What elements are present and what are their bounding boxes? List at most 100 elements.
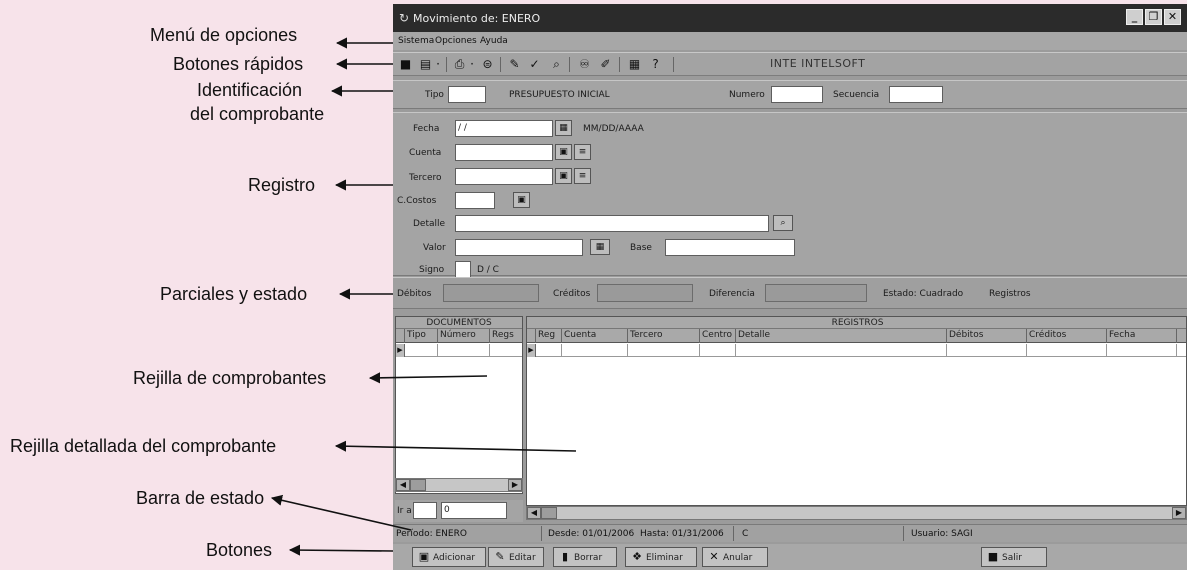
column-header-cuenta[interactable]: Cuenta [562, 329, 628, 343]
row-pointer-icon: ▶ [527, 344, 536, 357]
tipo-field[interactable] [448, 86, 486, 103]
callout-ident-line2: del comprobante [190, 104, 325, 124]
pencil-icon[interactable]: ✐ [597, 56, 614, 73]
menu-bar: Sistema Opciones Ayuda [393, 32, 1187, 50]
column-header-debitos[interactable]: Débitos [947, 329, 1027, 343]
new-doc-icon[interactable]: ▤ [417, 56, 434, 73]
detalle-field[interactable] [455, 215, 769, 232]
ccostos-field[interactable] [455, 192, 495, 209]
editar-label: Editar [509, 553, 536, 563]
dropdown-icon[interactable]: · [433, 56, 443, 73]
table-row[interactable]: ▶ [396, 344, 522, 357]
callout-menu: Menú de opciones [150, 25, 298, 45]
signo-options: D / C [477, 265, 499, 275]
table-cell[interactable] [700, 344, 736, 357]
restore-button[interactable]: ❐ [1145, 9, 1162, 25]
table-cell[interactable] [947, 344, 1027, 357]
table-cell[interactable] [736, 344, 947, 357]
search-doc-icon[interactable]: ⌕ [548, 56, 565, 73]
salir-button[interactable]: ■ Salir [981, 547, 1047, 567]
table-cell[interactable] [490, 344, 522, 357]
export-icon[interactable]: ⊜ [479, 56, 496, 73]
list-icon[interactable]: ≡ [574, 144, 591, 160]
table-cell[interactable] [405, 344, 438, 357]
table-cell[interactable] [1107, 344, 1177, 357]
cuenta-field[interactable] [455, 144, 553, 161]
column-header-numero[interactable]: Número [438, 329, 490, 343]
open-folder-icon[interactable]: ▣ [513, 192, 530, 208]
secuencia-field[interactable] [889, 86, 943, 103]
fecha-field[interactable]: / / [455, 120, 553, 137]
signo-field[interactable] [455, 261, 471, 278]
scroll-left-icon[interactable]: ◀ [527, 507, 541, 519]
column-header-centro[interactable]: Centro [700, 329, 736, 343]
documentos-scrollbar[interactable]: ◀ ▶ [395, 478, 523, 492]
adicionar-button[interactable]: ▣ Adicionar [412, 547, 486, 567]
menu-sistema[interactable]: Sistema [398, 36, 434, 46]
calendar-icon[interactable]: ▦ [555, 120, 572, 136]
check-icon[interactable]: ✓ [526, 56, 543, 73]
eliminar-button[interactable]: ❖ Eliminar [625, 547, 697, 567]
menu-opciones[interactable]: Opciones [435, 36, 477, 46]
column-header-regs[interactable]: Regs [490, 329, 522, 343]
anular-button[interactable]: ✕ Anular [702, 547, 768, 567]
print-icon[interactable]: ⎙ [451, 56, 468, 73]
list-icon[interactable]: ≡ [574, 168, 591, 184]
documentos-grid: DOCUMENTOS Tipo Número Regs ▶ [395, 316, 523, 494]
editar-button[interactable]: ✎ Editar [488, 547, 544, 567]
table-cell[interactable] [536, 344, 562, 357]
table-cell[interactable] [628, 344, 700, 357]
column-header-tercero[interactable]: Tercero [628, 329, 700, 343]
minimize-button[interactable]: _ [1126, 9, 1143, 25]
open-folder-icon[interactable]: ▣ [555, 168, 572, 184]
table-cell[interactable] [438, 344, 490, 357]
binoculars-icon[interactable]: ♾ [576, 56, 593, 73]
numero-field[interactable] [771, 86, 823, 103]
scroll-thumb[interactable] [410, 479, 426, 491]
scroll-left-icon[interactable]: ◀ [396, 479, 410, 491]
dropdown-icon[interactable]: · [467, 56, 477, 73]
ir-a-field[interactable] [413, 502, 437, 519]
document-type-label: PRESUPUESTO INICIAL [509, 90, 610, 100]
table-cell[interactable] [562, 344, 628, 357]
borrar-button[interactable]: ▮ Borrar [553, 547, 617, 567]
valor-label: Valor [423, 243, 446, 253]
status-desde: Desde: 01/01/2006 [548, 529, 635, 539]
salir-label: Salir [1002, 553, 1022, 563]
save-icon[interactable]: ■ [397, 56, 414, 73]
calculator-icon[interactable]: ▦ [626, 56, 643, 73]
open-folder-icon[interactable]: ▣ [555, 144, 572, 160]
column-header-detalle[interactable]: Detalle [736, 329, 947, 343]
base-field[interactable] [665, 239, 795, 256]
calculator-icon[interactable]: ▦ [590, 239, 610, 255]
close-button[interactable]: ✕ [1164, 9, 1181, 25]
fecha-label: Fecha [413, 124, 440, 134]
scroll-right-icon[interactable]: ▶ [1172, 507, 1186, 519]
menu-ayuda[interactable]: Ayuda [480, 36, 508, 46]
scroll-right-icon[interactable]: ▶ [508, 479, 522, 491]
status-separator [541, 526, 542, 541]
status-separator [903, 526, 904, 541]
column-header-fecha[interactable]: Fecha [1107, 329, 1177, 343]
column-header-reg[interactable]: Reg [536, 329, 562, 343]
column-header-creditos[interactable]: Créditos [1027, 329, 1107, 343]
ir-a-value-field[interactable]: 0 [441, 502, 507, 519]
help-icon[interactable]: ? [647, 56, 664, 73]
scroll-thumb[interactable] [541, 507, 557, 519]
ir-a-label: Ir a [397, 506, 412, 516]
valor-field[interactable] [455, 239, 583, 256]
add-icon: ▣ [418, 550, 430, 563]
tercero-field[interactable] [455, 168, 553, 185]
app-window: ↻ Movimiento de: ENERO _ ❐ ✕ Sistema Opc… [393, 4, 1187, 570]
toolbar-separator [446, 57, 447, 72]
table-cell[interactable] [1027, 344, 1107, 357]
exit-icon: ■ [987, 550, 999, 563]
fecha-format-label: MM/DD/AAAA [583, 124, 644, 134]
column-header-tipo[interactable]: Tipo [405, 329, 438, 343]
edit-record-icon[interactable]: ✎ [506, 56, 523, 73]
search-icon[interactable]: ⌕ [773, 215, 793, 231]
adicionar-label: Adicionar [433, 553, 476, 563]
registros-scrollbar[interactable]: ◀ ▶ [526, 506, 1187, 520]
table-row[interactable]: ▶ [527, 344, 1186, 357]
detalle-label: Detalle [413, 219, 446, 229]
